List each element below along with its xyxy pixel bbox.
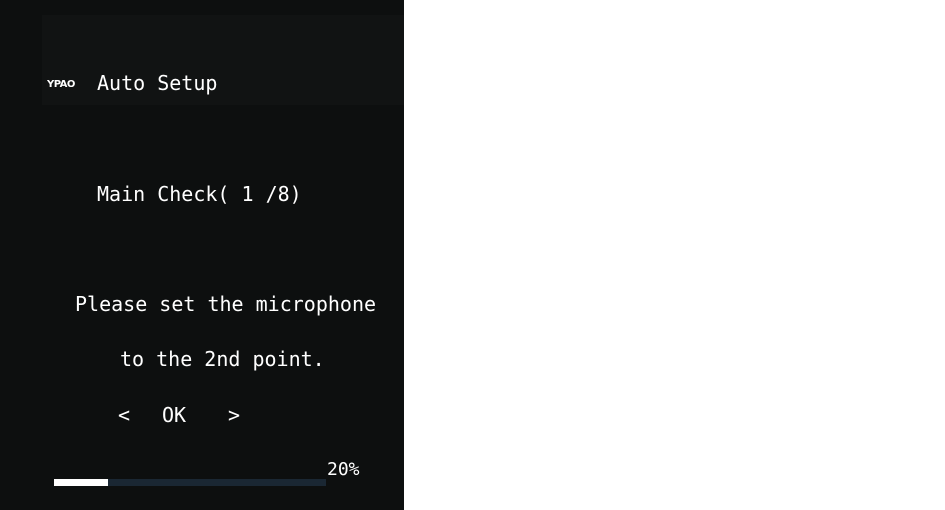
ok-button[interactable]: OK (162, 404, 186, 426)
ypao-logo-icon: YPAO (47, 79, 75, 90)
page-title: Auto Setup (97, 71, 218, 95)
next-button[interactable]: > (228, 404, 240, 426)
progress-percent: 20% (327, 459, 360, 480)
progress-bar (54, 479, 326, 486)
instruction-line-1: Please set the microphone (75, 292, 377, 316)
blank-area (404, 0, 945, 510)
setup-screen: YPAO Auto Setup Main Check( 1 /8) Please… (0, 0, 404, 510)
progress-bar-fill (54, 479, 109, 486)
step-indicator: Main Check( 1 /8) (97, 182, 302, 206)
previous-button[interactable]: < (118, 404, 130, 426)
svg-text:YPAO: YPAO (47, 79, 75, 90)
instruction-line-2: to the 2nd point. (120, 347, 325, 371)
